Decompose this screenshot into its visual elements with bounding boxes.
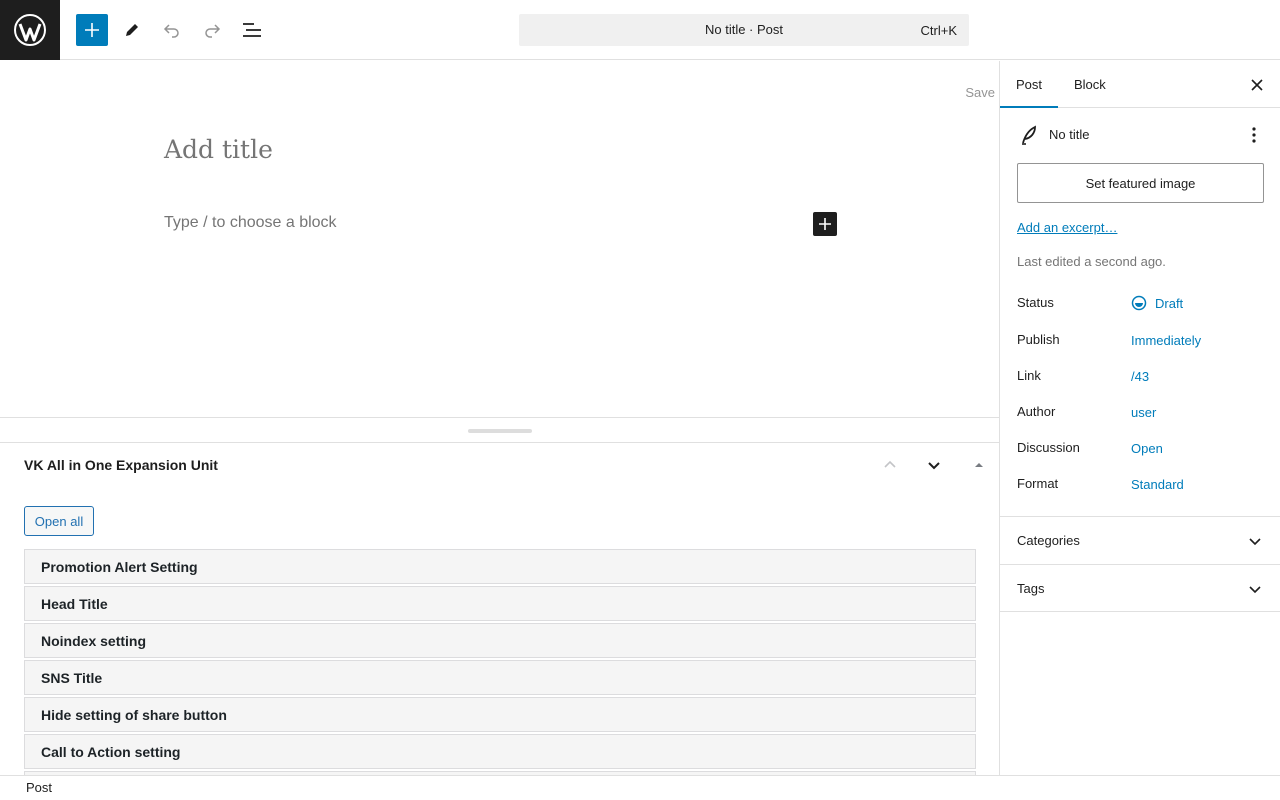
wordpress-logo-icon[interactable] — [0, 0, 60, 60]
metabox-area: VK All in One Expansion Unit Open all Pr… — [0, 443, 999, 775]
block-inserter-button[interactable] — [76, 14, 108, 46]
status-label: Status — [1017, 295, 1054, 310]
set-featured-image-button[interactable]: Set featured image — [1017, 163, 1264, 203]
sidebar-tabs: Post Block — [1000, 61, 1280, 108]
editor-footer: Post — [0, 775, 1280, 800]
draft-status-icon — [1131, 295, 1147, 311]
list-view-icon — [243, 23, 261, 37]
save-draft-button[interactable]: Save — [965, 85, 995, 100]
plus-icon — [85, 23, 99, 37]
last-edited-text: Last edited a second ago. — [1017, 254, 1166, 269]
document-title: No title · Post — [704, 22, 784, 37]
close-sidebar-button[interactable] — [1245, 73, 1269, 97]
tags-panel[interactable]: Tags — [1000, 564, 1280, 612]
metabox-title: VK All in One Expansion Unit — [24, 457, 218, 473]
shortcut-hint: Ctrl+K — [920, 23, 957, 38]
undo-icon — [163, 24, 179, 38]
tools-button[interactable] — [116, 14, 148, 46]
toggle-panel-button[interactable] — [967, 451, 991, 479]
resize-handle[interactable] — [468, 429, 532, 433]
editor-canvas: Save Add title Type / to choose a block — [0, 61, 999, 417]
post-summary-title: No title — [1049, 127, 1090, 142]
move-up-button[interactable] — [878, 451, 902, 479]
link-label: Link — [1017, 368, 1041, 383]
author-label: Author — [1017, 404, 1056, 419]
chevron-up-icon — [884, 460, 896, 468]
open-all-button[interactable]: Open all — [24, 506, 94, 536]
discussion-value[interactable]: Open — [1131, 441, 1163, 456]
block-appender[interactable]: Type / to choose a block — [164, 214, 337, 232]
post-title-input[interactable]: Add title — [164, 135, 273, 164]
breadcrumb[interactable]: Post — [26, 780, 52, 795]
redo-button[interactable] — [196, 14, 228, 46]
post-actions-button[interactable] — [1242, 123, 1266, 147]
publish-value[interactable]: Immediately — [1131, 333, 1201, 348]
inline-add-block-button[interactable] — [813, 212, 837, 236]
close-icon — [1251, 79, 1263, 91]
undo-button[interactable] — [156, 14, 188, 46]
author-value[interactable]: user — [1131, 405, 1156, 420]
caret-up-icon — [975, 463, 983, 467]
command-palette-bar[interactable]: No title · Post Ctrl+K — [519, 14, 969, 46]
categories-panel-label: Categories — [1017, 533, 1080, 548]
move-down-button[interactable] — [922, 451, 946, 479]
tags-panel-label: Tags — [1017, 581, 1045, 596]
accordion-sns-title[interactable]: SNS Title — [24, 660, 976, 695]
chevron-down-icon — [1249, 538, 1261, 546]
chevron-down-icon — [928, 462, 940, 470]
tab-block[interactable]: Block — [1058, 61, 1122, 108]
redo-icon — [205, 24, 221, 38]
status-value[interactable]: Draft — [1155, 296, 1183, 311]
post-feather-icon — [1022, 125, 1036, 145]
tab-post[interactable]: Post — [1000, 61, 1058, 108]
format-label: Format — [1017, 476, 1059, 491]
accordion-promotion-alert[interactable]: Promotion Alert Setting — [24, 549, 976, 584]
settings-sidebar: Post Block No title Set featured image A… — [999, 61, 1280, 775]
categories-panel[interactable]: Categories — [1000, 516, 1280, 564]
editor-header: No title · Post Ctrl+K — [0, 0, 1280, 60]
link-value[interactable]: /43 — [1131, 369, 1149, 384]
accordion-noindex[interactable]: Noindex setting — [24, 623, 976, 658]
accordion-call-to-action[interactable]: Call to Action setting — [24, 734, 976, 769]
accordion-hide-share[interactable]: Hide setting of share button — [24, 697, 976, 732]
format-value[interactable]: Standard — [1131, 477, 1184, 492]
more-vertical-icon — [1252, 127, 1256, 143]
metabox-resize-area — [0, 417, 999, 443]
chevron-down-icon — [1249, 586, 1261, 594]
document-overview-button[interactable] — [236, 14, 268, 46]
accordion-head-title[interactable]: Head Title — [24, 586, 976, 621]
pencil-icon — [126, 24, 138, 36]
discussion-label: Discussion — [1017, 440, 1080, 455]
plus-icon — [819, 218, 831, 230]
publish-label: Publish — [1017, 332, 1060, 347]
add-excerpt-link[interactable]: Add an excerpt… — [1017, 220, 1117, 235]
